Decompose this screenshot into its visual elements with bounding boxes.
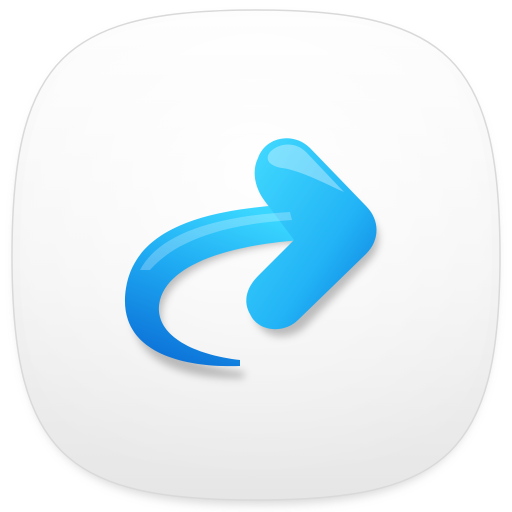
redo-arrow-icon[interactable] xyxy=(0,0,512,512)
icon-canvas xyxy=(0,0,512,512)
